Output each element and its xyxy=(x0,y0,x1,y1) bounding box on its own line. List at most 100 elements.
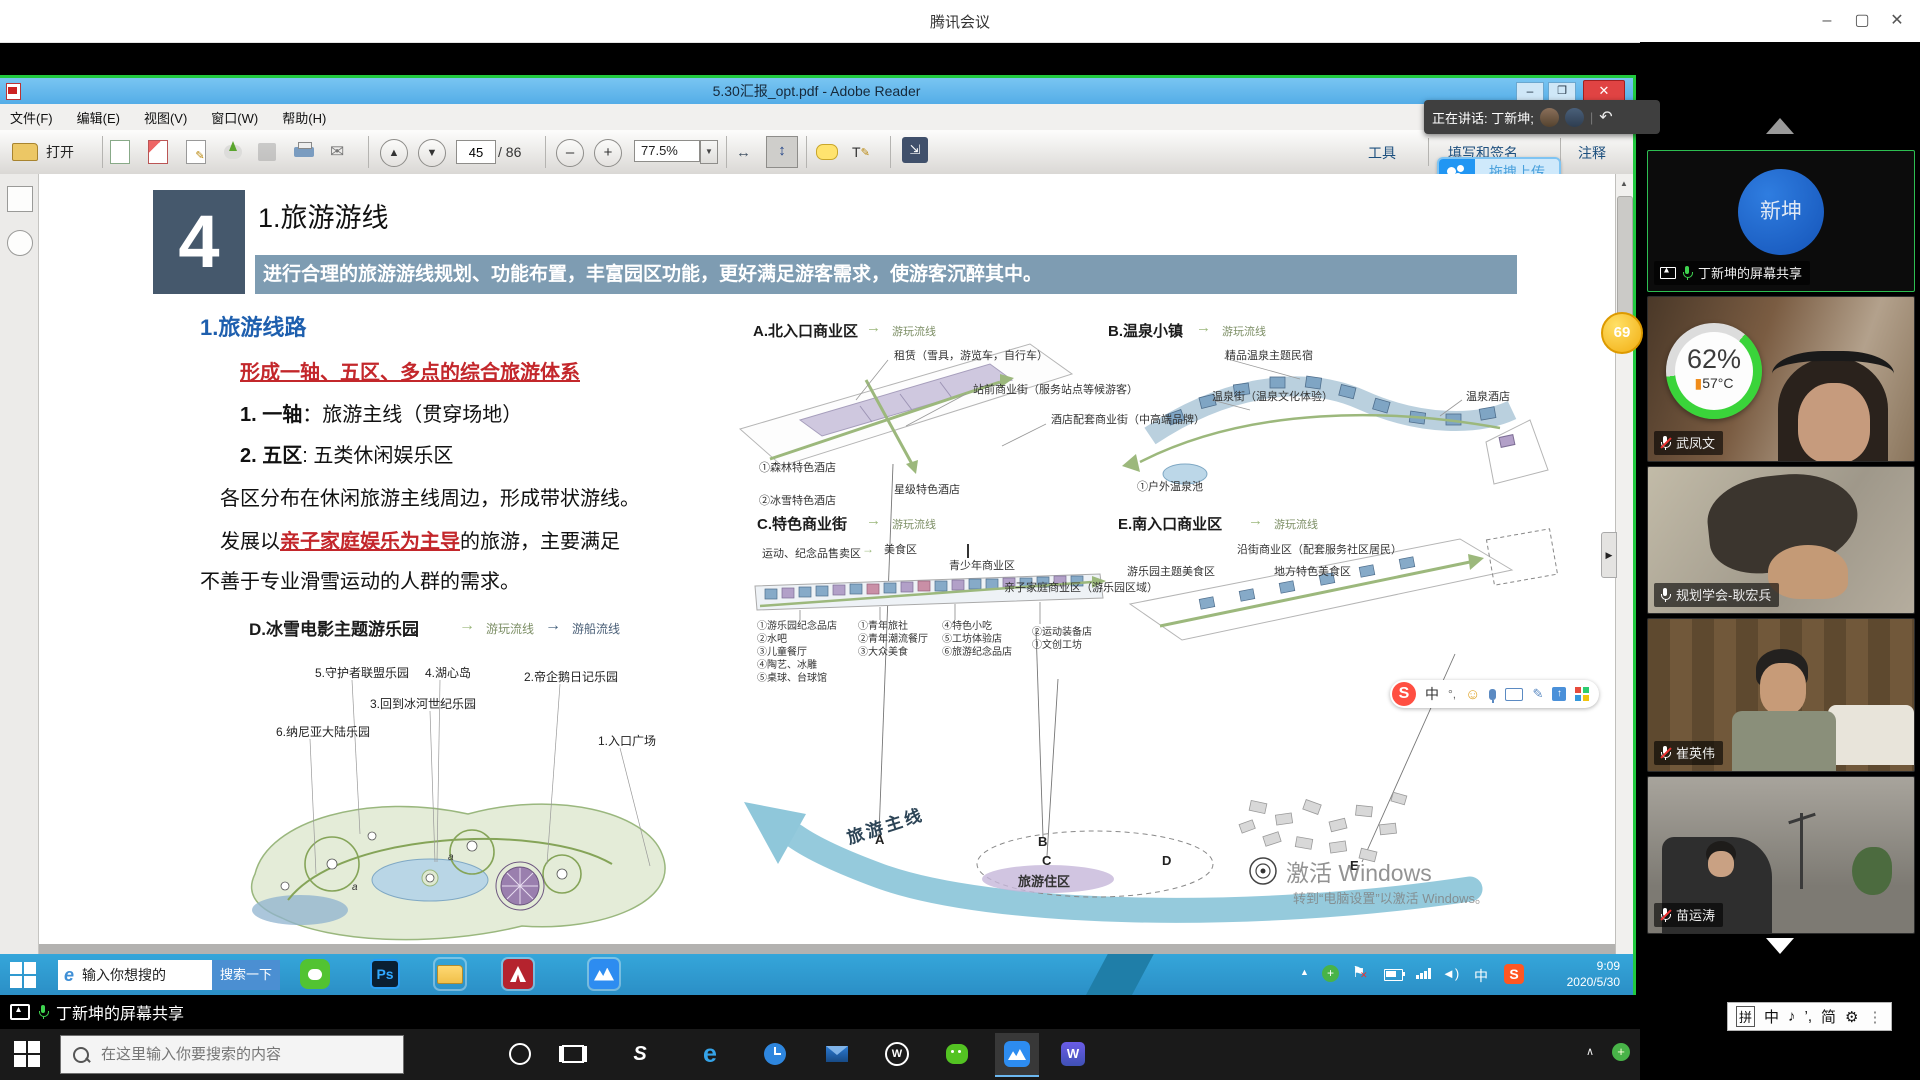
participant-tile[interactable]: 新坤 丁新坤的屏幕共享 xyxy=(1647,150,1915,292)
participant-shirt xyxy=(1732,711,1836,771)
adobe-restore-button[interactable]: ❐ xyxy=(1548,82,1576,102)
fit-width-button[interactable]: ↔ xyxy=(736,139,751,165)
page-number-input[interactable] xyxy=(456,140,496,164)
shared-clock[interactable]: 9:092020/5/30 xyxy=(1540,958,1620,990)
open-button[interactable]: 打开 xyxy=(12,139,74,165)
cortana-icon[interactable] xyxy=(505,1039,535,1069)
clock-app-icon[interactable] xyxy=(760,1039,790,1069)
ime-settings-icon[interactable]: ⚙ xyxy=(1845,1008,1858,1026)
ime-cn-icon[interactable]: 中 xyxy=(1764,1006,1779,1027)
shop-list-2: ①青年旅社②青年潮流餐厅③大众美食 xyxy=(858,620,928,659)
shared-search-button[interactable]: 搜索一下 xyxy=(212,960,280,990)
zoom-in-button[interactable]: + xyxy=(594,139,622,167)
save-button[interactable] xyxy=(258,139,276,165)
zoom-out-button[interactable]: – xyxy=(556,139,584,167)
network-signal-icon[interactable] xyxy=(1416,968,1431,979)
text-annotation-button[interactable]: T✎ xyxy=(852,139,870,165)
scrollbar-thumb[interactable] xyxy=(1617,196,1633,318)
participant-tile[interactable]: 崔英伟 xyxy=(1647,618,1915,772)
next-page-button[interactable]: ▼ xyxy=(418,139,446,167)
ime-simplified-icon[interactable]: 简 xyxy=(1821,1006,1836,1027)
minimize-button[interactable]: – xyxy=(1812,8,1842,34)
ime-pin-icon[interactable]: 拼 xyxy=(1736,1006,1755,1027)
undo-arrow-icon[interactable]: ↶ xyxy=(1599,107,1612,127)
print-button[interactable] xyxy=(294,139,314,165)
cloud-upload-button[interactable] xyxy=(224,139,242,165)
meeting-taskbar-icon[interactable] xyxy=(995,1033,1039,1077)
participant-tile[interactable]: 规划学会-耿宏兵 xyxy=(1647,466,1915,614)
shared-start-button[interactable] xyxy=(10,962,36,988)
fullscreen-button[interactable]: ⇲ xyxy=(902,137,928,163)
zoom-dropdown-arrow[interactable]: ▼ xyxy=(700,140,718,164)
action-center-flag-icon[interactable]: ⚑✕ xyxy=(1352,963,1365,981)
antivirus-tray-icon[interactable]: + xyxy=(1612,1043,1630,1061)
close-button[interactable]: ✕ xyxy=(1882,8,1912,34)
menu-edit[interactable]: 编辑(E) xyxy=(77,108,120,127)
edge-icon[interactable]: e xyxy=(695,1039,725,1069)
photoshop-icon[interactable]: Ps xyxy=(370,959,400,989)
axis-marker-b: B xyxy=(1038,834,1047,849)
svg-text:a: a xyxy=(352,882,358,893)
toolbox-grid-icon[interactable] xyxy=(1575,687,1589,701)
punctuation-icon[interactable]: °, xyxy=(1448,687,1456,701)
sign-pdf-button[interactable]: ✎ xyxy=(186,139,206,165)
tab-tools[interactable]: 工具 xyxy=(1368,143,1396,163)
sogou-logo-icon[interactable]: S xyxy=(1392,682,1416,706)
comment-bubble-button[interactable] xyxy=(816,139,838,165)
emoji-icon[interactable]: ☺ xyxy=(1465,686,1480,703)
sogou-icon[interactable]: S xyxy=(625,1039,655,1069)
menu-window[interactable]: 窗口(W) xyxy=(211,108,258,127)
start-button[interactable] xyxy=(14,1041,40,1067)
voice-input-icon[interactable] xyxy=(1489,689,1496,700)
wechat-taskbar-icon[interactable] xyxy=(942,1039,972,1069)
scroll-up-participants-icon[interactable] xyxy=(1766,118,1794,134)
participant-tile[interactable]: 苗运涛 xyxy=(1647,776,1915,934)
menu-file[interactable]: 文件(F) xyxy=(10,108,53,127)
keyboard-icon[interactable] xyxy=(1505,688,1523,701)
sogou-tray-icon[interactable]: S xyxy=(1504,964,1524,984)
meeting-app-icon[interactable] xyxy=(589,959,619,989)
zoom-level-value[interactable]: 77.5% xyxy=(634,140,700,162)
wechat-icon[interactable] xyxy=(300,959,330,989)
mail-app-icon[interactable] xyxy=(822,1039,852,1069)
ime-cn-icon[interactable]: 中 xyxy=(1425,684,1439,704)
ime-status-bar[interactable]: 拼 中 ♪ ’, 简 ⚙ ⋮ xyxy=(1727,1002,1892,1031)
adobe-minimize-button[interactable]: – xyxy=(1516,82,1544,102)
taskbar-search-input[interactable] xyxy=(99,1045,383,1064)
shared-search-box[interactable]: e xyxy=(58,960,222,990)
menu-help[interactable]: 帮助(H) xyxy=(282,108,326,127)
ime-mode-indicator[interactable]: 中 xyxy=(1474,966,1488,986)
skin-brush-icon[interactable]: ✎ xyxy=(1532,686,1543,702)
antivirus-tray-icon[interactable]: + xyxy=(1322,965,1339,982)
file-explorer-icon[interactable] xyxy=(435,959,465,989)
word-icon[interactable]: W xyxy=(1058,1039,1088,1069)
email-button[interactable]: ✉ xyxy=(330,139,344,165)
mic-muted-icon xyxy=(1660,436,1670,450)
previous-page-button[interactable]: ▲ xyxy=(380,139,408,167)
tray-expand-icon[interactable]: ▲ xyxy=(1300,967,1309,977)
ime-tone-icon[interactable]: ♪ xyxy=(1788,1008,1796,1025)
accelerator-ball[interactable]: 69 xyxy=(1601,312,1643,354)
participant-tile[interactable]: 62% ▮57°C 武凤文 xyxy=(1647,296,1915,462)
task-view-icon[interactable] xyxy=(558,1039,588,1069)
ime-punct-icon[interactable]: ’, xyxy=(1805,1008,1813,1025)
volume-icon[interactable]: ◄) xyxy=(1442,966,1459,981)
export-pdf-button[interactable] xyxy=(148,139,168,165)
taskbar-search-box[interactable] xyxy=(60,1035,404,1074)
ime-more-icon[interactable]: ⋮ xyxy=(1868,1008,1883,1026)
tray-expand-icon[interactable]: ∧ xyxy=(1586,1045,1594,1058)
scroll-down-participants-icon[interactable] xyxy=(1766,938,1794,954)
upload-arrow-icon[interactable]: ↑ xyxy=(1552,687,1566,701)
tab-comment[interactable]: 注释 xyxy=(1578,143,1606,163)
scroll-up-icon[interactable]: ▲ xyxy=(1616,176,1632,192)
shared-search-input[interactable] xyxy=(80,966,194,984)
maximize-button[interactable]: ▢ xyxy=(1847,8,1877,34)
adobe-reader-icon[interactable] xyxy=(503,959,533,989)
battery-icon[interactable] xyxy=(1384,969,1403,981)
create-pdf-button[interactable] xyxy=(110,139,130,165)
fit-page-button[interactable]: ↕ xyxy=(766,136,798,168)
sogou-toolbar[interactable]: S 中 °, ☺ ✎ ↑ xyxy=(1390,680,1599,708)
w-app-icon[interactable]: W xyxy=(882,1039,912,1069)
panel-toggle-arrow[interactable]: ▶ xyxy=(1601,532,1617,578)
menu-view[interactable]: 视图(V) xyxy=(144,108,187,127)
